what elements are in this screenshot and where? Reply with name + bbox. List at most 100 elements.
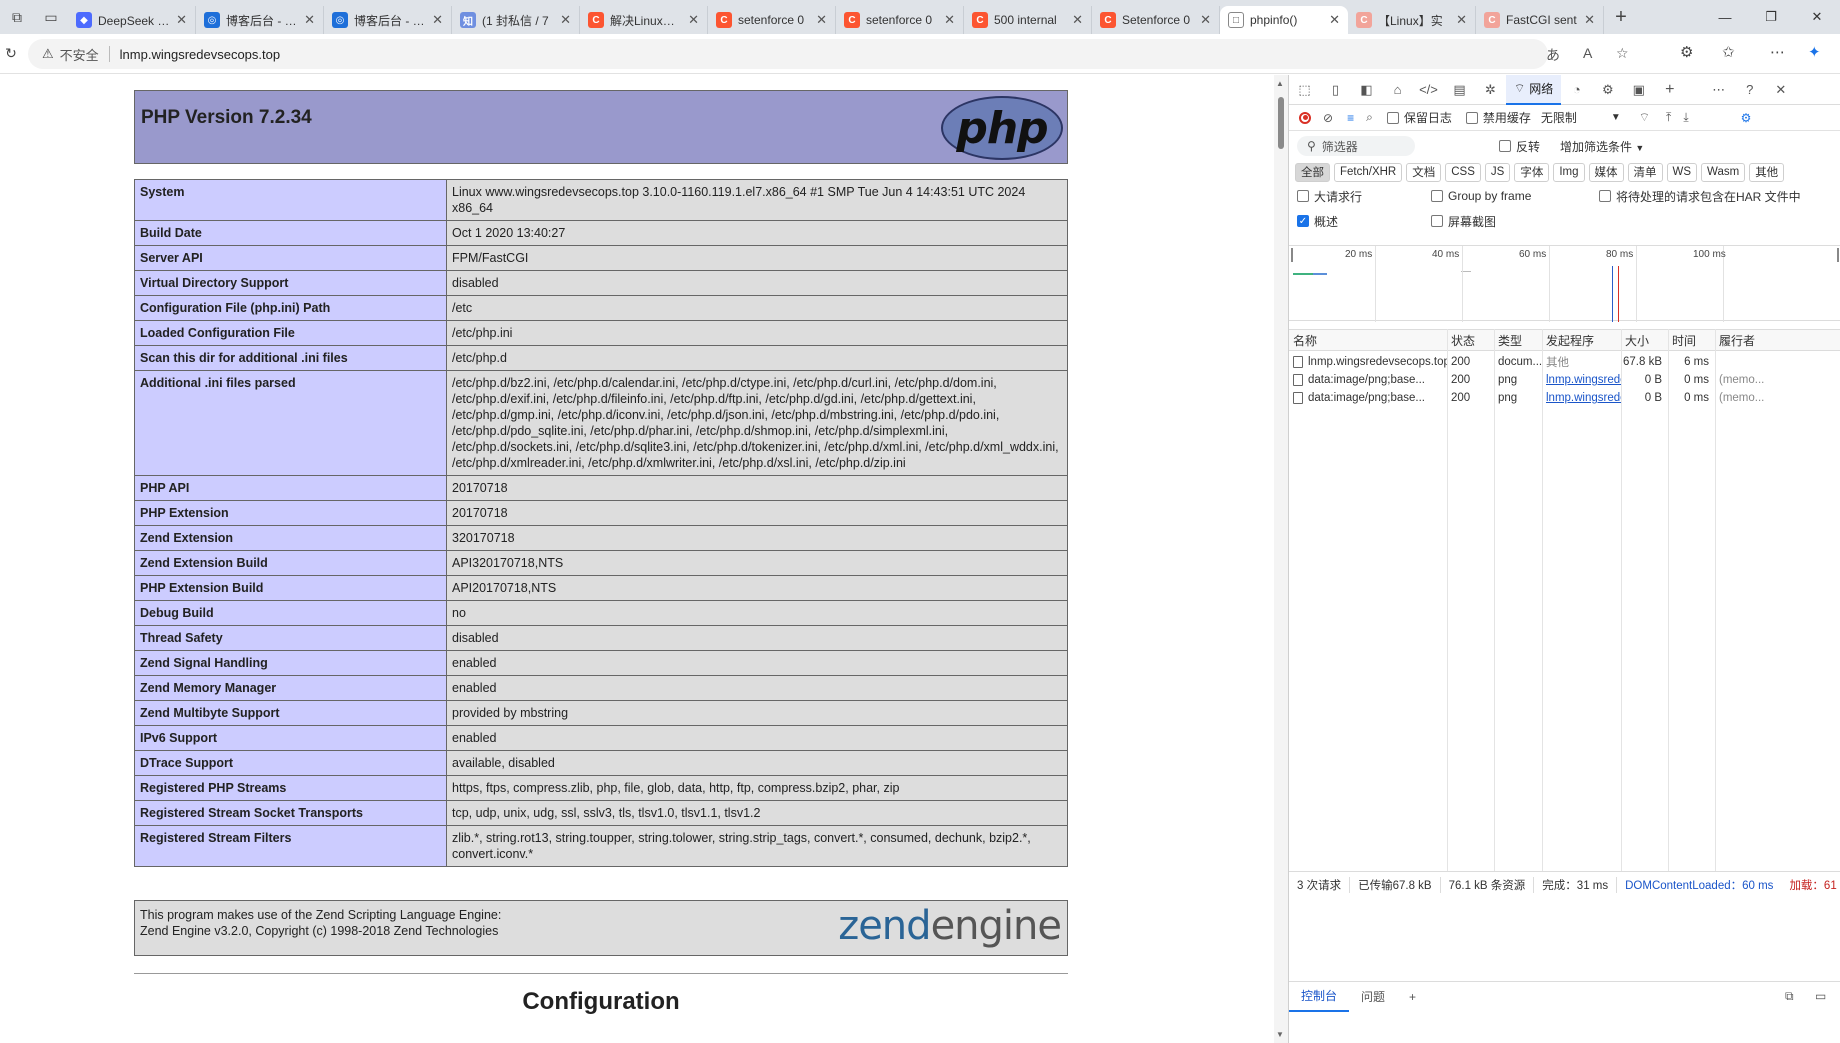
tab-close-icon[interactable]: ✕ [1456, 12, 1467, 28]
request-row[interactable]: data:image/png;base... 200 png lnmp.wingsre… [1289, 371, 1840, 389]
type-chip[interactable]: JS [1484, 162, 1511, 182]
welcome-home-icon[interactable]: ⌂ [1382, 75, 1413, 105]
device-emulation-icon[interactable]: ▯ [1320, 75, 1351, 105]
big-rows-checkbox[interactable]: 大请求行 [1297, 188, 1431, 205]
type-chip[interactable]: 文档 [1406, 162, 1442, 182]
column-header[interactable]: 状态 [1447, 330, 1494, 350]
close-devtools-icon[interactable]: ✕ [1765, 75, 1796, 105]
browser-tab[interactable]: □ phpinfo() ✕ [1220, 6, 1348, 34]
extensions-icon[interactable]: ⚙ [1680, 43, 1693, 61]
type-chip[interactable]: Wasm [1701, 162, 1746, 182]
close-window-icon[interactable]: ✕ [1794, 0, 1840, 34]
invert-checkbox[interactable]: 反转 [1499, 138, 1540, 155]
search-icon[interactable]: ⌕ [1366, 110, 1373, 125]
tab-close-icon[interactable]: ✕ [688, 12, 699, 28]
browser-tab[interactable]: 知 (1 封私信 / 7 ✕ [452, 6, 580, 34]
request-row[interactable]: data:image/png;base... 200 png lnmp.wingsre… [1289, 389, 1840, 407]
url-text[interactable]: lnmp.wingsredevsecops.top [120, 47, 280, 62]
tab-close-icon[interactable]: ✕ [944, 12, 955, 28]
more-tools-plus-icon[interactable]: + [1654, 75, 1685, 105]
import-har-icon[interactable]: ⤒ [1666, 110, 1671, 125]
type-chip[interactable]: CSS [1445, 162, 1481, 182]
record-icon[interactable] [1299, 111, 1311, 124]
minimize-icon[interactable]: — [1702, 0, 1748, 34]
type-chip[interactable]: 字体 [1514, 162, 1550, 182]
throttle-dropdown-icon[interactable]: ▼ [1611, 112, 1621, 123]
tab-close-icon[interactable]: ✕ [816, 12, 827, 28]
help-icon[interactable]: ? [1734, 75, 1765, 105]
dock-drawer-icon[interactable]: ⧉ [1785, 989, 1794, 1004]
timeline-right-handle[interactable] [1837, 248, 1839, 262]
browser-tab[interactable]: C Setenforce 0 ✕ [1092, 6, 1220, 34]
browser-tab[interactable]: Csetenforce 0 ✕ [836, 6, 964, 34]
type-chip[interactable]: 清单 [1627, 162, 1663, 182]
browser-tab[interactable]: ◆ DeepSeek - 探索 ✕ [68, 6, 196, 34]
sources-bug-icon[interactable]: ✲ [1475, 75, 1506, 105]
drawer-tab[interactable]: 控制台 [1289, 982, 1350, 1012]
browser-tab[interactable]: C FastCGI sent ✕ [1476, 6, 1604, 34]
dock-side-icon[interactable]: ◧ [1351, 75, 1382, 105]
inspect-element-icon[interactable]: ⬚ [1289, 75, 1320, 105]
preserve-log-checkbox[interactable]: 保留日志 [1386, 109, 1452, 126]
tab-close-icon[interactable]: ✕ [304, 12, 315, 28]
read-aloud-icon[interactable]: A [1583, 45, 1592, 61]
translate-icon[interactable]: あ [1546, 45, 1560, 65]
throttle-select[interactable]: 无限制 [1541, 109, 1577, 126]
tab-close-icon[interactable]: ✕ [432, 12, 443, 28]
copilot-icon[interactable]: ✦ [1808, 43, 1821, 61]
performance-icon[interactable]: ◔ [1561, 75, 1592, 105]
network-settings-icon[interactable]: ⚙ [1741, 111, 1752, 125]
console-icon[interactable]: ▤ [1444, 75, 1475, 105]
browser-tab[interactable]: Csetenforce 0 ✕ [708, 6, 836, 34]
reload-icon[interactable]: ↻ [0, 45, 22, 62]
browser-tab[interactable]: ◎ 博客后台 - 博客 ✕ [196, 6, 324, 34]
disable-cache-checkbox[interactable]: 禁用缓存 [1465, 109, 1531, 126]
warning-icon[interactable]: ⚠ [42, 46, 54, 62]
omnibox[interactable]: ⚠ 不安全 lnmp.wingsredevsecops.top あ A ☆ [28, 39, 1629, 69]
column-header[interactable]: 名称 [1289, 330, 1447, 350]
tab-close-icon[interactable]: ✕ [1329, 12, 1340, 28]
browser-tab[interactable]: C 解决Linux安装 ✕ [580, 6, 708, 34]
browser-tab[interactable]: ◎ 博客后台 - 博客 ✕ [324, 6, 452, 34]
elements-icon[interactable]: </> [1413, 75, 1444, 105]
network-conditions-icon[interactable]: ⌔ [1639, 110, 1650, 125]
network-overview-timeline[interactable]: 20 ms 40 ms 60 ms 80 ms 100 ms [1289, 245, 1840, 322]
type-chip[interactable]: 全部 [1295, 162, 1330, 182]
workspaces-icon[interactable]: ⧉ [0, 0, 34, 34]
page-scrollbar[interactable]: ▲ ▼ [1274, 75, 1288, 1043]
request-row[interactable]: lnmp.wingsredevsecops.top 200 docum... 其他 67… [1289, 353, 1840, 371]
type-chip[interactable]: 其他 [1749, 162, 1785, 182]
settings-gear-icon[interactable]: ⚙ [1592, 75, 1623, 105]
more-filters-dropdown[interactable]: 增加筛选条件 ▼ [1560, 138, 1644, 155]
export-har-icon[interactable]: ⤓ [1683, 110, 1688, 125]
application-icon[interactable]: ▣ [1623, 75, 1654, 105]
tab-close-icon[interactable]: ✕ [1200, 12, 1211, 28]
screenshots-checkbox[interactable]: 屏幕截图 [1431, 213, 1496, 230]
tab-network[interactable]: ⌔ 网络 [1506, 74, 1562, 105]
drawer-tab[interactable]: 问题 [1349, 982, 1397, 1012]
timeline-left-handle[interactable] [1291, 248, 1293, 262]
new-tab-icon[interactable]: + [1604, 0, 1638, 34]
column-header[interactable]: 履行者 [1715, 330, 1840, 350]
type-chip[interactable]: WS [1666, 162, 1698, 182]
filter-toggle-icon[interactable]: ≡ [1347, 111, 1354, 125]
favorites-icon[interactable]: ✩ [1722, 43, 1735, 61]
column-header[interactable]: 类型 [1494, 330, 1542, 350]
type-chip[interactable]: 媒体 [1588, 162, 1624, 182]
more-menu-icon[interactable]: ⋯ [1770, 43, 1785, 61]
close-drawer-icon[interactable]: ▭ [1815, 989, 1826, 1003]
group-by-frame-checkbox[interactable]: Group by frame [1431, 189, 1599, 203]
type-chip[interactable]: Img [1553, 162, 1585, 182]
favorite-star-icon[interactable]: ☆ [1616, 45, 1629, 62]
browser-tab[interactable]: C 500 internal ✕ [964, 6, 1092, 34]
add-drawer-tab-icon[interactable]: + [1397, 982, 1428, 1012]
overview-checkbox[interactable]: ✓ 概述 [1297, 213, 1431, 230]
clear-icon[interactable]: ⊘ [1323, 111, 1333, 125]
column-header[interactable]: 发起程序 [1542, 330, 1621, 350]
security-label[interactable]: 不安全 [60, 45, 99, 64]
column-header[interactable]: 大小 [1621, 330, 1668, 350]
har-pending-checkbox[interactable]: 将待处理的请求包含在HAR 文件中 [1599, 188, 1801, 205]
tab-close-icon[interactable]: ✕ [560, 12, 571, 28]
maximize-icon[interactable]: ❐ [1748, 0, 1794, 34]
request-initiator-text[interactable]: lnmp.wingsredevsecops.top [1546, 392, 1621, 404]
